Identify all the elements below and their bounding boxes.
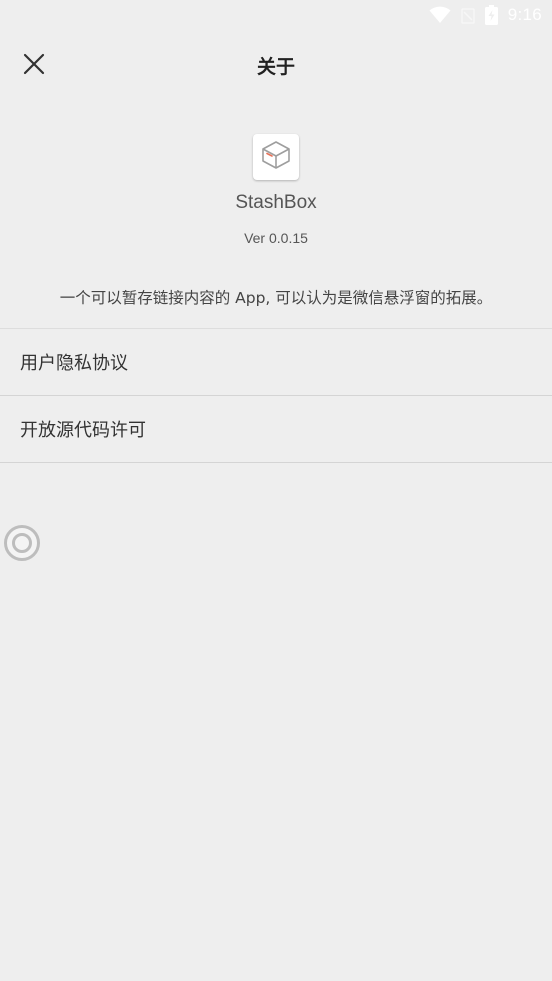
open-source-licenses-item[interactable]: 开放源代码许可: [0, 396, 552, 463]
open-source-licenses-label: 开放源代码许可: [20, 420, 146, 441]
signal-off-icon: [460, 6, 475, 24]
app-description: 一个可以暂存链接内容的 App, 可以认为是微信悬浮窗的拓展。: [59, 289, 493, 307]
box-icon: [260, 139, 292, 175]
app-bar: 关于: [0, 30, 552, 102]
status-bar: 9:16: [0, 0, 552, 30]
page-title: 关于: [256, 56, 295, 78]
privacy-policy-item[interactable]: 用户隐私协议: [0, 329, 552, 396]
app-name: StashBox: [235, 192, 317, 213]
app-logo: [253, 134, 299, 180]
privacy-policy-label: 用户隐私协议: [20, 353, 128, 374]
app-header: StashBox Ver 0.0.15: [0, 134, 552, 246]
battery-charging-icon: [484, 5, 498, 25]
menu-list: 用户隐私协议 开放源代码许可: [0, 328, 552, 463]
floating-assist-button[interactable]: [4, 525, 40, 561]
status-time: 9:16: [507, 5, 542, 24]
app-version: Ver 0.0.15: [244, 230, 308, 246]
wifi-icon: [429, 6, 451, 24]
about-screen: 9:16 关于 StashBox Ver 0.0.15 一个可以暂存链接内容的 …: [0, 0, 552, 981]
assistive-touch-icon: [4, 525, 40, 565]
